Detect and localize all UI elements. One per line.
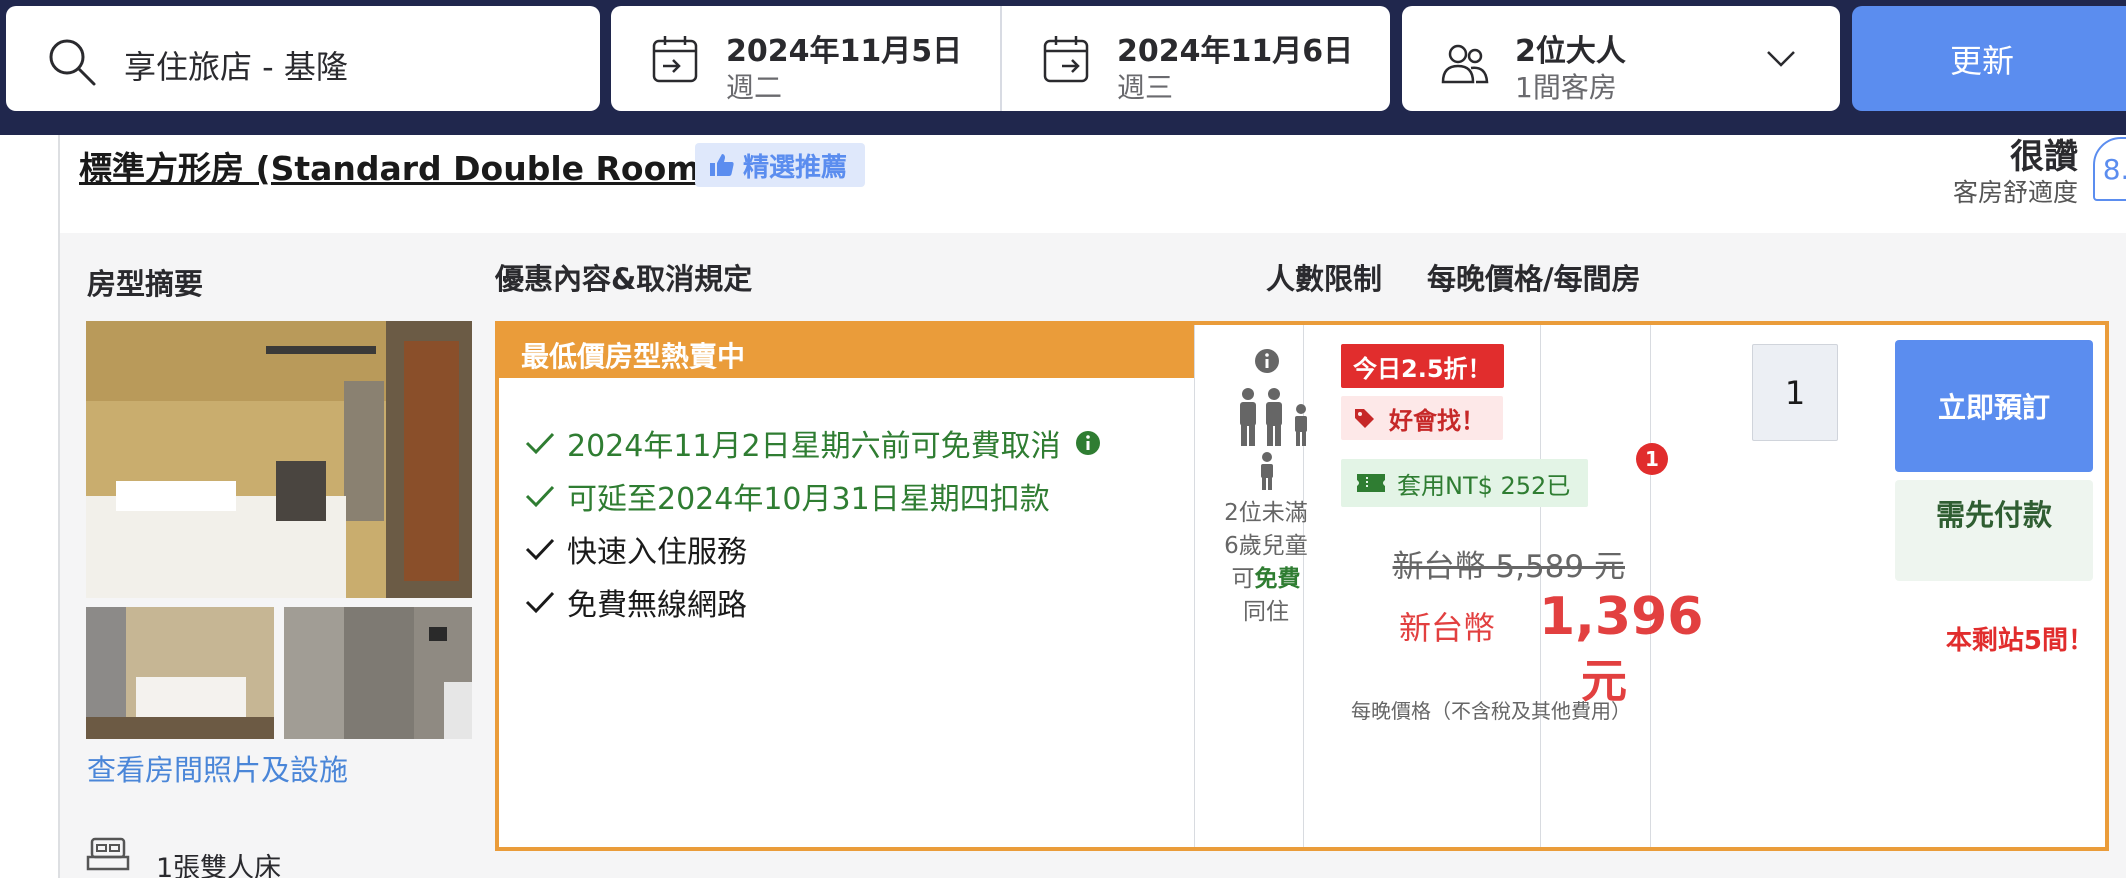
occupancy-column-header: 人數限制: [1266, 262, 1383, 296]
checkout-weekday: 週三: [1117, 71, 1174, 104]
calendar-checkout-icon: [1043, 36, 1089, 83]
price-note: 每晚價格（不含稅及其他費用）: [1351, 699, 1631, 723]
people-icon: [1441, 44, 1489, 84]
guest-count: 2位大人: [1515, 34, 1626, 69]
offer-row: 最低價房型熱賣中 2024年11月2日星期六前可免費取消 可延至2024年10月…: [495, 321, 2109, 851]
column-divider: [1194, 325, 1195, 847]
book-now-button[interactable]: 立即預訂: [1895, 340, 2093, 472]
prepayment-label: 需先付款: [1895, 480, 2093, 581]
rooms-left-alert: 本剩站5間！: [1945, 626, 2094, 656]
room-photo-main[interactable]: [86, 321, 472, 598]
check-icon: [525, 538, 555, 561]
page: 享住旅店 - 基隆 2024年11月5日 週二 2024年11月6日 週三 2位…: [0, 0, 2126, 878]
price-column-header: 每晚價格/每間房: [1427, 262, 1641, 296]
review-category: 客房舒適度: [1952, 178, 2078, 207]
checkout-field[interactable]: 2024年11月6日 週三: [1000, 6, 1389, 111]
discount-tag: 今日2.5折！: [1341, 344, 1504, 388]
tag-icon: [1355, 409, 1374, 428]
promo-banner: 最低價房型熱賣中: [499, 325, 1194, 378]
coupon-icon: [1357, 474, 1385, 492]
check-icon: [525, 485, 555, 508]
check-icon: [525, 591, 555, 614]
adults-icon: [1240, 388, 1307, 446]
room-count: 1間客房: [1515, 71, 1617, 104]
good-find-tag: 好會找！: [1341, 396, 1503, 440]
checkin-weekday: 週二: [726, 71, 783, 104]
pay-later-text: 可延至2024年10月31日星期四扣款: [567, 482, 1050, 517]
discounted-price: 1,396: [1539, 587, 1704, 647]
thumbs-up-icon: [710, 154, 734, 176]
column-divider: [1540, 325, 1541, 847]
occupancy-text-end: 同住: [1243, 599, 1289, 625]
checkin-field[interactable]: 2024年11月5日 週二: [611, 6, 1000, 111]
room-title[interactable]: 標準方形房 (Standard Double Room): [79, 142, 716, 190]
bed-type: 1張雙人床: [156, 853, 282, 878]
offers-column-header: 優惠內容&取消規定: [495, 262, 753, 296]
chevron-down-icon: [1767, 51, 1795, 67]
child-icon: [1261, 452, 1273, 490]
recommended-badge: 精選推薦: [695, 143, 866, 187]
good-find-label: 好會找！: [1389, 406, 1485, 435]
search-icon: [49, 39, 96, 86]
free-cancellation-item: 2024年11月2日星期六前可免費取消: [525, 421, 1101, 465]
update-button[interactable]: 更新: [1852, 6, 2126, 111]
info-icon[interactable]: [1075, 430, 1101, 456]
info-icon[interactable]: [1254, 348, 1280, 374]
coupon-count-badge: 1: [1636, 443, 1668, 475]
pay-later-item: 可延至2024年10月31日星期四扣款: [525, 474, 1050, 518]
destination-text: 享住旅店 - 基隆: [124, 48, 348, 86]
guest-selector[interactable]: 2位大人 1間客房: [1402, 6, 1840, 111]
free-wifi-text: 免費無線網路: [567, 588, 747, 623]
coupon-label: 套用NT$ 252已: [1397, 471, 1571, 500]
date-picker: 2024年11月5日 週二 2024年11月6日 週三: [611, 6, 1390, 111]
occupancy-description: 2位未滿6歲兒童可免費同住: [1223, 497, 1309, 629]
free-wifi-item: 免費無線網路: [525, 580, 747, 624]
free-cancellation-text: 2024年11月2日星期六前可免費取消: [567, 429, 1061, 464]
room-photo-thumb-1[interactable]: [86, 607, 274, 739]
express-checkin-text: 快速入住服務: [567, 535, 747, 570]
occupancy-free-text: 免費: [1254, 566, 1301, 592]
checkout-date: 2024年11月6日: [1117, 34, 1354, 69]
calendar-checkin-icon: [652, 36, 698, 83]
column-divider: [1650, 325, 1651, 847]
original-price: 新台幣 5,589 元: [1392, 549, 1625, 585]
destination-field[interactable]: 享住旅店 - 基隆: [6, 6, 600, 111]
price-currency: 新台幣: [1399, 609, 1496, 647]
checkin-date: 2024年11月5日: [726, 34, 963, 69]
review-score: 8.7: [2093, 137, 2126, 201]
recommended-badge-label: 精選推薦: [743, 152, 848, 183]
room-summary-header: 房型摘要: [87, 267, 204, 301]
coupon-tag[interactable]: 套用NT$ 252已: [1341, 459, 1589, 507]
view-photos-link[interactable]: 查看房間照片及設施: [87, 747, 348, 789]
express-checkin-item: 快速入住服務: [525, 527, 747, 571]
room-quantity-select[interactable]: 1: [1752, 344, 1838, 441]
room-photo-thumb-2[interactable]: [284, 607, 472, 739]
room-card: 標準方形房 (Standard Double Room) 精選推薦 很讚 客房舒…: [58, 135, 2126, 878]
check-icon: [525, 432, 555, 455]
review-word: 很讚: [2010, 137, 2078, 177]
bed-icon: [86, 837, 130, 871]
search-bar: 享住旅店 - 基隆 2024年11月5日 週二 2024年11月6日 週三 2位…: [0, 0, 2126, 135]
